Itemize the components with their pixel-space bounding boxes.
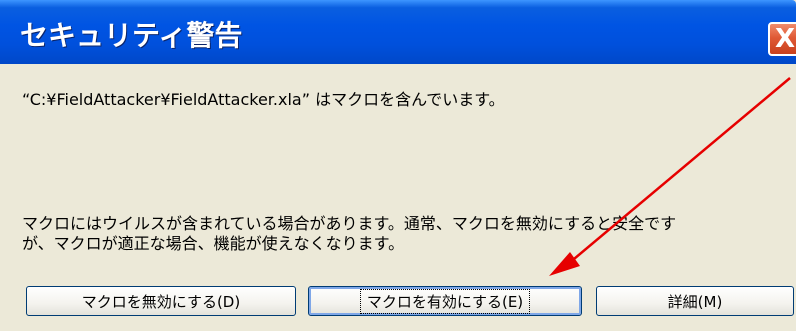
arrow-line — [567, 77, 791, 265]
annotation-arrow — [549, 77, 791, 276]
security-warning-dialog: セキュリティ警告 X “C:¥FieldAttacker¥FieldAttack… — [0, 0, 796, 331]
arrowhead-icon — [549, 252, 580, 276]
